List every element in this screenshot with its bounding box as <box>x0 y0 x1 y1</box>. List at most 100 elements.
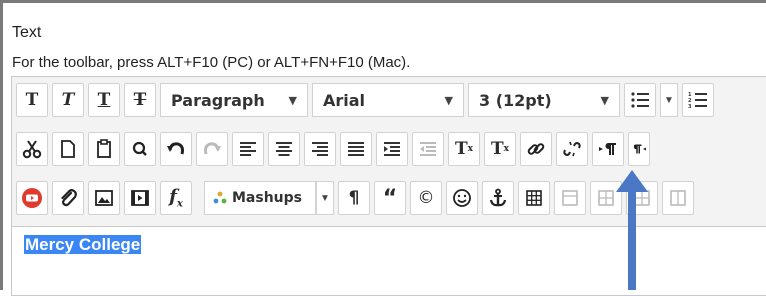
youtube-button[interactable] <box>16 181 48 215</box>
insert-image-button[interactable] <box>88 181 120 215</box>
undo-icon <box>167 142 184 155</box>
copy-button[interactable] <box>52 132 84 166</box>
align-right-icon <box>312 142 328 156</box>
insert-table-button[interactable] <box>518 181 550 215</box>
paste-button[interactable] <box>88 132 120 166</box>
ltr-direction-button[interactable] <box>592 132 624 166</box>
function-icon: fx <box>169 186 183 210</box>
align-justify-icon <box>348 142 364 156</box>
show-blocks-button[interactable]: ¶ <box>338 181 370 215</box>
annotation-arrow <box>612 170 652 290</box>
pilcrow-icon: ¶ <box>348 188 360 208</box>
redo-icon <box>204 142 221 155</box>
mashups-select[interactable]: Mashups <box>204 181 316 215</box>
editor-toolbar: T T T T Paragraph ▼ Arial ▼ 3 (12pt) ▼ ▼ 12… <box>12 77 766 227</box>
youtube-icon <box>22 188 42 208</box>
align-center-icon <box>276 142 292 156</box>
document-icon <box>61 140 75 158</box>
align-center-button[interactable] <box>268 132 300 166</box>
subscript-icon: T <box>490 139 504 159</box>
table-properties-button[interactable] <box>554 181 586 215</box>
outdent-button[interactable] <box>412 132 444 166</box>
italic-icon: T <box>61 90 75 110</box>
numbered-list-button[interactable]: 123 <box>682 83 714 117</box>
link-icon <box>527 143 545 155</box>
toolbar-row-1: T T T T Paragraph ▼ Arial ▼ 3 (12pt) ▼ ▼ 12… <box>16 81 718 119</box>
table-icon <box>526 190 542 206</box>
format-select[interactable]: Paragraph ▼ <box>160 83 308 117</box>
insert-anchor-button[interactable] <box>482 181 514 215</box>
paperclip-icon <box>61 189 77 207</box>
mashups-label: Mashups <box>232 190 302 206</box>
chevron-down-icon: ▼ <box>288 93 297 107</box>
svg-text:3: 3 <box>688 104 692 109</box>
anchor-icon <box>489 188 507 207</box>
rich-text-editor[interactable]: T T T T Paragraph ▼ Arial ▼ 3 (12pt) ▼ ▼ 12… <box>11 76 766 296</box>
chevron-down-icon: ▼ <box>600 93 609 107</box>
align-justify-button[interactable] <box>340 132 372 166</box>
unlink-icon <box>563 141 581 157</box>
subscript-button[interactable]: Tx <box>484 132 516 166</box>
clipboard-icon <box>97 139 111 158</box>
quote-icon: “ <box>382 185 398 211</box>
chevron-down-icon: ▼ <box>320 192 330 204</box>
underline-button[interactable]: T <box>88 83 120 117</box>
rtl-direction-button[interactable] <box>628 132 650 166</box>
unlink-button[interactable] <box>556 132 588 166</box>
bullet-list-button[interactable] <box>624 83 656 117</box>
align-right-button[interactable] <box>304 132 336 166</box>
smiley-icon <box>453 189 471 207</box>
bold-button[interactable]: T <box>16 83 48 117</box>
cut-button[interactable] <box>16 132 48 166</box>
video-icon <box>131 190 149 206</box>
insert-media-button[interactable] <box>124 181 156 215</box>
insert-symbol-button[interactable]: © <box>410 181 442 215</box>
bold-icon: T <box>25 90 39 110</box>
mashups-dropdown[interactable]: ▼ <box>316 181 334 215</box>
chevron-down-icon: ▼ <box>444 93 453 107</box>
scissors-icon <box>22 140 42 159</box>
toolbar-hint: For the toolbar, press ALT+F10 (PC) or A… <box>12 54 411 71</box>
search-icon <box>132 141 147 156</box>
find-button[interactable] <box>124 132 156 166</box>
table-cell-icon <box>670 190 686 206</box>
bullet-list-icon <box>631 92 649 108</box>
field-label: Text <box>12 24 42 41</box>
selected-text[interactable]: Mercy College <box>24 235 142 254</box>
superscript-icon: T <box>454 139 468 159</box>
font-select-value: Arial <box>323 90 366 110</box>
undo-button[interactable] <box>160 132 192 166</box>
align-left-button[interactable] <box>232 132 264 166</box>
indent-icon <box>384 142 400 156</box>
arrow-up-icon <box>616 170 648 290</box>
blockquote-button[interactable]: “ <box>374 181 406 215</box>
superscript-button[interactable]: Tx <box>448 132 480 166</box>
image-icon <box>95 190 113 206</box>
copyright-icon: © <box>417 188 435 208</box>
ltr-paragraph-icon <box>599 143 616 155</box>
rtl-paragraph-icon <box>634 144 646 154</box>
redo-button[interactable] <box>196 132 228 166</box>
insert-link-button[interactable] <box>520 132 552 166</box>
size-select[interactable]: 3 (12pt) ▼ <box>468 83 620 117</box>
chevron-down-icon: ▼ <box>664 94 674 106</box>
table-cell-button[interactable] <box>662 181 694 215</box>
underline-icon: T <box>97 90 111 110</box>
numbered-list-icon: 123 <box>688 92 707 109</box>
mashups-icon <box>213 191 227 204</box>
font-select[interactable]: Arial ▼ <box>312 83 464 117</box>
toolbar-row-3: fx Mashups ▼ ¶ “ © <box>16 179 698 217</box>
table-properties-icon <box>562 190 578 206</box>
indent-button[interactable] <box>376 132 408 166</box>
bullet-list-dropdown[interactable]: ▼ <box>660 83 678 117</box>
editor-content[interactable]: Mercy College <box>24 235 142 255</box>
insert-emoticon-button[interactable] <box>446 181 478 215</box>
align-left-icon <box>240 142 256 156</box>
size-select-value: 3 (12pt) <box>479 90 552 110</box>
attach-file-button[interactable] <box>52 181 84 215</box>
italic-button[interactable]: T <box>52 83 84 117</box>
strikethrough-icon: T <box>133 90 147 110</box>
insert-equation-button[interactable]: fx <box>160 181 192 215</box>
strikethrough-button[interactable]: T <box>124 83 156 117</box>
format-select-value: Paragraph <box>171 90 265 110</box>
